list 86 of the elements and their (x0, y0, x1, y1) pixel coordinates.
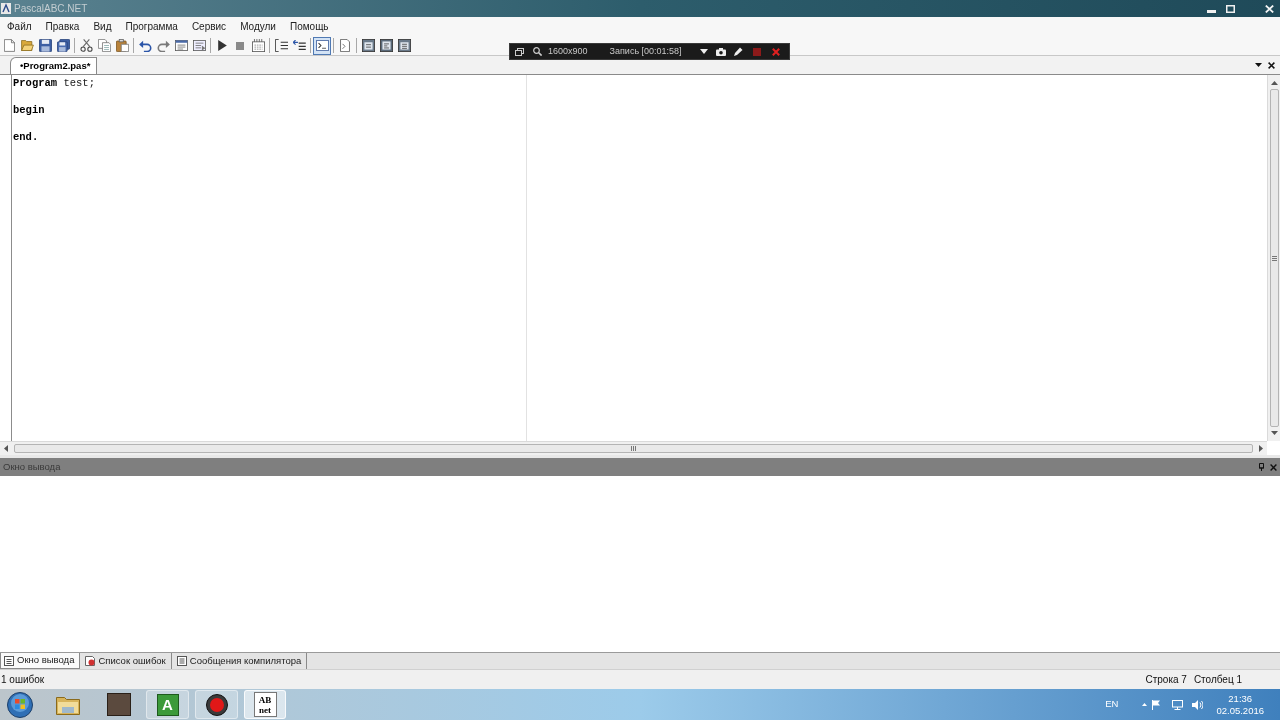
scroll-down-icon[interactable] (1270, 431, 1278, 435)
recording-status: Запись [00:01:58] (609, 44, 682, 58)
arrow-list-icon (292, 40, 306, 51)
menu-item[interactable]: Файл (0, 19, 39, 34)
overlapping-windows-icon[interactable] (515, 47, 524, 56)
window-lines-icon (4, 655, 14, 666)
panel-title: Окно вывода (3, 459, 61, 474)
speaker-icon[interactable] (1192, 699, 1204, 710)
close-icon (1264, 4, 1274, 13)
taskbar-button[interactable] (195, 690, 238, 719)
scroll-left-icon[interactable] (4, 445, 8, 452)
code-line: end. (13, 131, 39, 145)
menu-item[interactable]: Помощь (282, 19, 336, 34)
resolution-label: 1600x900 (548, 44, 588, 58)
toolbar-button[interactable] (395, 36, 413, 55)
horizontal-scrollbar[interactable] (0, 441, 1267, 455)
text-window-icon (174, 40, 188, 51)
grip-icon (1271, 255, 1277, 261)
minimize-icon (1206, 10, 1216, 13)
error-list-icon (85, 656, 96, 666)
record-icon (205, 693, 228, 716)
stop-icon (236, 41, 244, 50)
scroll-up-icon[interactable] (1270, 81, 1278, 85)
folder-icon (20, 40, 34, 51)
show-hidden-icon[interactable] (1142, 703, 1148, 706)
page-icon (340, 39, 350, 52)
scissors-icon (79, 39, 93, 52)
window-icon (379, 39, 393, 52)
grid-icon (251, 39, 265, 52)
list-window-icon (192, 40, 206, 51)
app-icon (1, 3, 11, 14)
toolbar-button[interactable] (36, 36, 54, 55)
undo-icon (138, 39, 152, 52)
window-icon (397, 39, 411, 52)
floppy-icon (38, 39, 52, 52)
window-icon (361, 39, 375, 52)
cursor-column: Столбец 1 (1193, 672, 1242, 687)
taskbar-button[interactable] (106, 690, 132, 719)
editor-tab[interactable]: •Program2.pas* (10, 57, 98, 74)
camera-icon[interactable] (715, 47, 726, 56)
scrollbar-thumb[interactable] (1269, 89, 1279, 427)
clock[interactable]: 21:36 02.05.2016 (1216, 692, 1264, 717)
start-button[interactable] (7, 691, 33, 718)
new-file-icon (3, 39, 15, 52)
clipboard-icon (115, 39, 129, 52)
status-message: 1 ошибок (1, 673, 45, 687)
console-icon (315, 40, 329, 51)
scroll-right-icon[interactable] (1259, 445, 1263, 452)
menu-item[interactable]: Сервис (184, 19, 234, 34)
menu-item[interactable]: Правка (38, 19, 87, 34)
code-line: begin (13, 104, 45, 118)
grip-icon (631, 446, 636, 451)
vertical-scrollbar[interactable] (1267, 75, 1280, 441)
taskbar-button[interactable]: A (146, 690, 189, 719)
toolbar-button[interactable] (77, 36, 95, 55)
search-icon[interactable] (533, 47, 542, 56)
output-tab[interactable]: Окно вывода (0, 653, 81, 669)
menu-item[interactable]: Модули (233, 19, 283, 34)
dropdown-icon[interactable] (699, 49, 708, 54)
list-lines-icon (176, 656, 187, 666)
folder-icon (56, 694, 80, 715)
toolbar-button[interactable] (272, 36, 290, 55)
redo-icon (156, 39, 170, 52)
close-icon[interactable] (1268, 61, 1275, 69)
toolbar-button[interactable] (377, 36, 395, 55)
monitor-icon[interactable] (1172, 699, 1184, 710)
toolbar-button[interactable] (54, 36, 72, 55)
pin-icon[interactable] (1259, 463, 1264, 471)
photo-placeholder (107, 693, 131, 716)
code-line: Program test; (13, 77, 95, 91)
app-logo: AB net (253, 692, 277, 717)
taskbar-button[interactable]: AB net (244, 690, 286, 719)
menu-item[interactable]: Вид (86, 19, 119, 34)
app-logo: A (156, 693, 179, 716)
toolbar-button[interactable] (359, 36, 377, 55)
play-icon (217, 40, 227, 51)
bracket-list-icon (274, 39, 288, 52)
maximize-icon (1225, 4, 1235, 13)
scrollbar-thumb[interactable] (14, 444, 1253, 453)
copy-icon (97, 39, 111, 52)
menu-item[interactable]: Программа (118, 19, 185, 34)
flag-icon[interactable] (1152, 699, 1162, 710)
dropdown-icon[interactable] (1255, 63, 1262, 67)
floppies-icon (56, 39, 70, 52)
window-title: PascalABC.NET (14, 2, 88, 16)
cursor-line: Строка 7 (1145, 673, 1187, 687)
